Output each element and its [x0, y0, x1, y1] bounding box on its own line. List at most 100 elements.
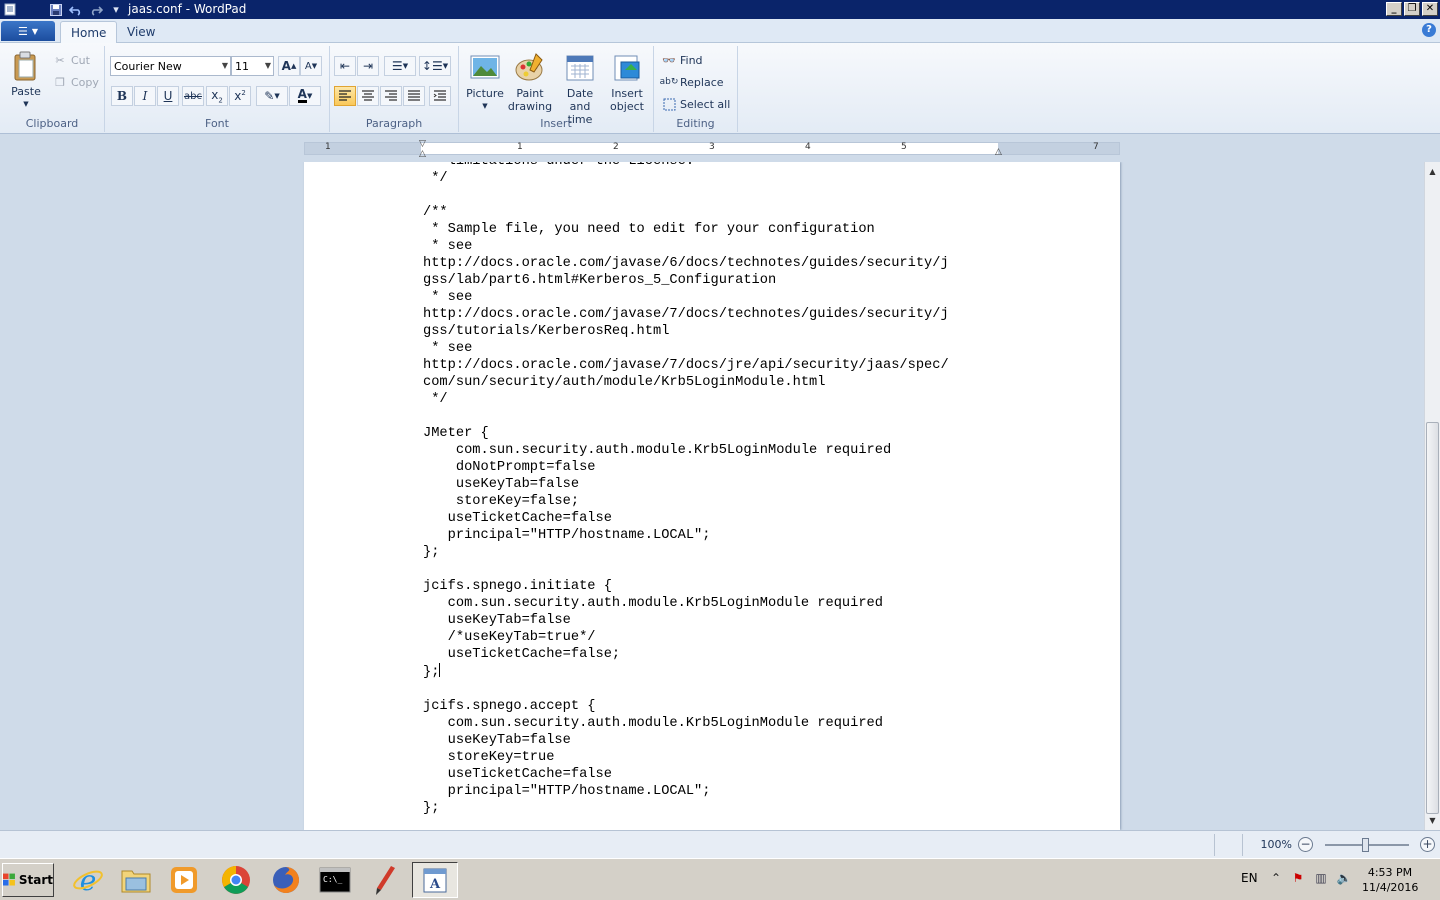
zoom-out-button[interactable]: −: [1298, 837, 1313, 852]
document-line[interactable]: useKeyTab=false: [423, 476, 949, 493]
application-menu-button[interactable]: ☰ ▼: [1, 21, 55, 41]
document-line[interactable]: * see: [423, 340, 949, 357]
document-line[interactable]: };: [423, 544, 949, 561]
justify-button[interactable]: [403, 86, 425, 106]
font-size-select[interactable]: 11 ▼: [231, 56, 274, 76]
document-line[interactable]: principal="HTTP/hostname.LOCAL";: [423, 783, 949, 800]
document-line[interactable]: /**: [423, 204, 949, 221]
document-line[interactable]: useTicketCache=false: [423, 510, 949, 527]
document-text[interactable]: limitations under the License. */ /** * …: [423, 162, 949, 817]
align-center-button[interactable]: [357, 86, 379, 106]
superscript-button[interactable]: x2: [229, 86, 251, 106]
show-hidden-icons-icon[interactable]: ⌃: [1268, 871, 1284, 887]
right-indent-marker[interactable]: △: [995, 147, 1002, 157]
document-line[interactable]: */: [423, 170, 949, 187]
align-right-button[interactable]: [380, 86, 402, 106]
action-center-icon[interactable]: ⚑: [1290, 871, 1306, 887]
bold-button[interactable]: B: [111, 86, 133, 106]
document-line[interactable]: JMeter {: [423, 425, 949, 442]
document-line[interactable]: http://docs.oracle.com/javase/6/docs/tec…: [423, 255, 949, 272]
network-icon[interactable]: ▥: [1313, 871, 1329, 887]
document-line[interactable]: useKeyTab=false: [423, 612, 949, 629]
grow-font-button[interactable]: A ▲: [278, 56, 300, 76]
highlight-color-button[interactable]: ✎ ▼: [256, 86, 288, 106]
document-line[interactable]: [423, 561, 949, 578]
document-line[interactable]: doNotPrompt=false: [423, 459, 949, 476]
scroll-up-arrow-icon[interactable]: ▲: [1425, 164, 1440, 179]
internet-explorer-icon[interactable]: e: [65, 862, 111, 898]
minimize-button[interactable]: _: [1386, 2, 1402, 16]
document-line[interactable]: com.sun.security.auth.module.Krb5LoginMo…: [423, 715, 949, 732]
document-page[interactable]: limitations under the License. */ /** * …: [304, 162, 1120, 830]
left-indent-marker[interactable]: △: [419, 149, 426, 159]
document-line[interactable]: storeKey=false;: [423, 493, 949, 510]
scroll-down-arrow-icon[interactable]: ▼: [1425, 813, 1440, 828]
document-line[interactable]: /*useKeyTab=true*/: [423, 629, 949, 646]
line-spacing-button[interactable]: ↕☰ ▼: [419, 56, 451, 76]
customize-toolbar-icon[interactable]: ▾: [108, 2, 124, 18]
volume-icon[interactable]: 🔈: [1336, 871, 1352, 887]
firefox-icon[interactable]: [263, 862, 309, 898]
document-line[interactable]: [423, 408, 949, 425]
document-line[interactable]: http://docs.oracle.com/javase/7/docs/jre…: [423, 357, 949, 374]
document-line[interactable]: principal="HTTP/hostname.LOCAL";: [423, 527, 949, 544]
redo-icon[interactable]: [88, 2, 104, 18]
wordpad-icon[interactable]: A: [412, 862, 458, 898]
document-line[interactable]: };: [423, 663, 949, 681]
find-button[interactable]: 👓 Find: [662, 51, 702, 69]
text-color-button[interactable]: A ▼: [289, 86, 321, 106]
zoom-slider-thumb[interactable]: [1362, 838, 1369, 852]
document-line[interactable]: com.sun.security.auth.module.Krb5LoginMo…: [423, 595, 949, 612]
document-line[interactable]: */: [423, 391, 949, 408]
document-line[interactable]: * Sample file, you need to edit for your…: [423, 221, 949, 238]
paint-drawing-button[interactable]: Paint drawing: [507, 52, 553, 113]
document-line[interactable]: gss/lab/part6.html#Kerberos_5_Configurat…: [423, 272, 949, 289]
decrease-indent-button[interactable]: ⇤: [334, 56, 356, 76]
document-line[interactable]: storeKey=true: [423, 749, 949, 766]
first-line-indent-marker[interactable]: ▽: [419, 139, 426, 149]
document-line[interactable]: };: [423, 800, 949, 817]
zoom-in-button[interactable]: +: [1420, 837, 1435, 852]
cut-button[interactable]: ✂ Cut: [53, 51, 90, 69]
document-line[interactable]: http://docs.oracle.com/javase/7/docs/tec…: [423, 306, 949, 323]
italic-button[interactable]: I: [134, 86, 156, 106]
select-all-button[interactable]: Select all: [662, 95, 730, 113]
document-line[interactable]: gss/tutorials/KerberosReq.html: [423, 323, 949, 340]
command-prompt-icon[interactable]: C:\_: [312, 862, 358, 898]
copy-button[interactable]: ❐ Copy: [53, 73, 99, 91]
paragraph-settings-button[interactable]: [429, 86, 451, 106]
start-button[interactable]: Start: [2, 863, 54, 897]
document-line[interactable]: com/sun/security/auth/module/Krb5LoginMo…: [423, 374, 949, 391]
system-clock[interactable]: 4:53 PM 11/4/2016: [1362, 865, 1418, 895]
media-player-icon[interactable]: [161, 862, 207, 898]
help-icon[interactable]: ?: [1422, 23, 1436, 37]
bullets-button[interactable]: ☰ ▼: [384, 56, 416, 76]
document-line[interactable]: * see: [423, 289, 949, 306]
file-explorer-icon[interactable]: [113, 862, 159, 898]
paste-button[interactable]: Paste ▼: [8, 50, 44, 111]
document-line[interactable]: * see: [423, 238, 949, 255]
insert-picture-button[interactable]: Picture ▼: [465, 52, 505, 113]
insert-object-button[interactable]: Insert object: [607, 52, 647, 113]
document-line[interactable]: useTicketCache=false;: [423, 646, 949, 663]
underline-button[interactable]: U: [157, 86, 179, 106]
tab-home[interactable]: Home: [60, 21, 118, 44]
align-left-button[interactable]: [334, 86, 356, 106]
close-button[interactable]: ✕: [1422, 2, 1438, 16]
scrollbar-thumb[interactable]: [1426, 422, 1439, 814]
restore-button[interactable]: ❐: [1404, 2, 1420, 16]
language-indicator[interactable]: EN: [1241, 871, 1258, 885]
increase-indent-button[interactable]: ⇥: [357, 56, 379, 76]
font-family-select[interactable]: Courier New ▼: [110, 56, 231, 76]
document-line[interactable]: limitations under the License.: [423, 162, 949, 170]
subscript-button[interactable]: x2: [206, 86, 228, 106]
vertical-scrollbar[interactable]: ▲ ▼: [1424, 162, 1440, 830]
chrome-icon[interactable]: [213, 862, 259, 898]
replace-button[interactable]: ab↻ Replace: [660, 73, 724, 91]
tab-view[interactable]: View: [117, 21, 165, 44]
document-line[interactable]: useTicketCache=false: [423, 766, 949, 783]
date-time-button[interactable]: Date and time: [555, 52, 605, 126]
undo-icon[interactable]: [68, 2, 84, 18]
wordpad-app-icon[interactable]: [2, 2, 18, 18]
paint-brush-icon[interactable]: [362, 862, 408, 898]
